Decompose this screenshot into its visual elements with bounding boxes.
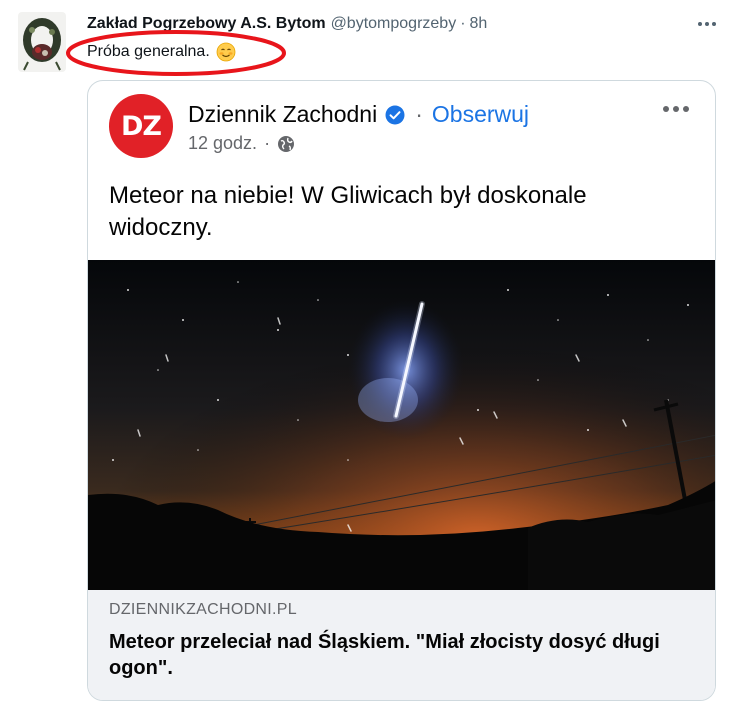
tweet-timestamp[interactable]: 8h (470, 15, 488, 33)
tweet-text: Próba generalna. (87, 42, 236, 62)
smiling-face-emoji-icon (216, 42, 236, 62)
verified-badge-icon (385, 105, 405, 124)
separator-dot: · (460, 15, 466, 32)
author-avatar[interactable] (18, 12, 66, 72)
author-name[interactable]: Zakład Pogrzebowy A.S. Bytom (87, 15, 326, 33)
page-avatar[interactable]: DZ (109, 94, 173, 158)
meta-separator: · (264, 133, 271, 153)
page-header: Dziennik Zachodni · Obserwuj (188, 101, 529, 128)
post-text: Meteor na niebie! W Gliwicach był doskon… (109, 182, 587, 241)
page-avatar-text: DZ (121, 110, 162, 142)
embedded-post-card[interactable]: DZ Dziennik Zachodni · Obserwuj 12 godz.… (87, 80, 716, 701)
link-domain[interactable]: DZIENNIKZACHODNI.PL (109, 601, 297, 619)
link-title[interactable]: Meteor przeleciał nad Śląskiem. "Miał zł… (109, 629, 669, 681)
post-more-options-icon[interactable] (661, 102, 691, 116)
page-name[interactable]: Dziennik Zachodni (188, 101, 377, 128)
post-meta: 12 godz. · (188, 133, 295, 154)
tweet-text-content: Próba generalna. (87, 43, 210, 60)
globe-icon (278, 135, 295, 152)
post-time[interactable]: 12 godz. (188, 133, 257, 154)
follow-button[interactable]: Obserwuj (432, 101, 529, 128)
tweet-header: Zakład Pogrzebowy A.S. Bytom @bytompogrz… (87, 14, 487, 34)
header-separator: · (415, 101, 423, 127)
author-handle[interactable]: @bytompogrzeby (331, 15, 457, 33)
more-options-icon[interactable] (696, 16, 718, 32)
meteor-photo[interactable] (88, 260, 716, 590)
